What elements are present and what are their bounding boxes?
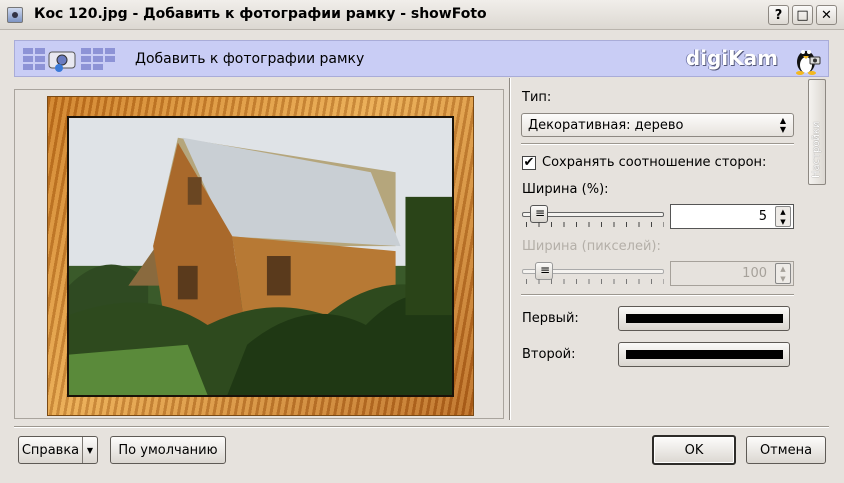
dialog-window: Кос 120.jpg - Добавить к фотографии рамк… <box>0 0 844 483</box>
slider-ticks <box>526 279 664 284</box>
dropdown-arrow-icon[interactable]: ▼ <box>82 437 97 463</box>
width-percent-label: Ширина (%): <box>522 182 609 197</box>
ok-button[interactable]: OK <box>652 435 736 465</box>
wood-frame-preview <box>47 96 474 416</box>
image-plugin-icon <box>23 48 115 72</box>
width-percent-spinbox[interactable]: 5 ▲ ▼ <box>670 204 794 229</box>
type-label: Тип: <box>522 90 552 105</box>
updown-arrows-icon: ▲ ▼ <box>779 116 787 134</box>
app-icon[interactable] <box>7 7 23 23</box>
separator <box>521 294 794 296</box>
defaults-button[interactable]: По умолчанию <box>110 436 226 464</box>
image-preview-panel[interactable] <box>14 89 504 419</box>
first-color-swatch <box>626 314 783 323</box>
spin-arrows-icon[interactable]: ▲ ▼ <box>775 263 791 284</box>
window-title: Кос 120.jpg - Добавить к фотографии рамк… <box>34 6 487 22</box>
settings-tab-label: Настройки <box>811 121 822 178</box>
frame-type-select[interactable]: Декоративная: дерево ▲ ▼ <box>521 113 794 137</box>
slider-handle[interactable] <box>530 205 548 223</box>
maximize-button[interactable]: □ <box>792 5 813 25</box>
separator <box>14 426 829 428</box>
header-banner: Добавить к фотографии рамку digiKam <box>14 40 829 77</box>
tux-penguin-icon <box>796 50 821 75</box>
banner-title: Добавить к фотографии рамку <box>135 51 365 67</box>
keep-ratio-label[interactable]: Сохранять соотношение сторон: <box>542 155 766 170</box>
second-color-swatch <box>626 350 783 359</box>
width-pixels-value: 100 <box>742 266 767 281</box>
title-bar[interactable]: Кос 120.jpg - Добавить к фотографии рамк… <box>0 0 844 30</box>
settings-side-tab[interactable]: Настройки <box>808 79 826 185</box>
width-pixels-label: Ширина (пикселей): <box>522 239 661 254</box>
slider-ticks <box>526 222 664 227</box>
frame-type-value: Декоративная: дерево <box>528 118 684 133</box>
photo-preview <box>67 116 454 397</box>
slider-handle[interactable] <box>535 262 553 280</box>
width-percent-slider[interactable] <box>522 205 664 229</box>
help-button-label: Справка <box>21 442 80 458</box>
cancel-button[interactable]: Отмена <box>746 436 826 464</box>
second-color-label: Второй: <box>522 347 576 362</box>
width-pixels-spinbox[interactable]: 100 ▲ ▼ <box>670 261 794 286</box>
spin-arrows-icon[interactable]: ▲ ▼ <box>775 206 791 227</box>
width-percent-value: 5 <box>758 209 767 224</box>
first-color-label: Первый: <box>522 311 579 326</box>
digikam-logo: digiKam <box>685 46 778 70</box>
keep-ratio-checkbox[interactable]: ✔ <box>522 156 536 170</box>
first-color-button[interactable] <box>618 306 790 331</box>
help-button[interactable]: Справка ▼ <box>18 436 98 464</box>
width-pixels-slider[interactable] <box>522 262 664 286</box>
close-button[interactable]: ✕ <box>816 5 837 25</box>
second-color-button[interactable] <box>618 342 790 367</box>
separator <box>521 143 794 145</box>
panel-splitter[interactable] <box>509 78 511 420</box>
help-title-button[interactable]: ? <box>768 5 789 25</box>
